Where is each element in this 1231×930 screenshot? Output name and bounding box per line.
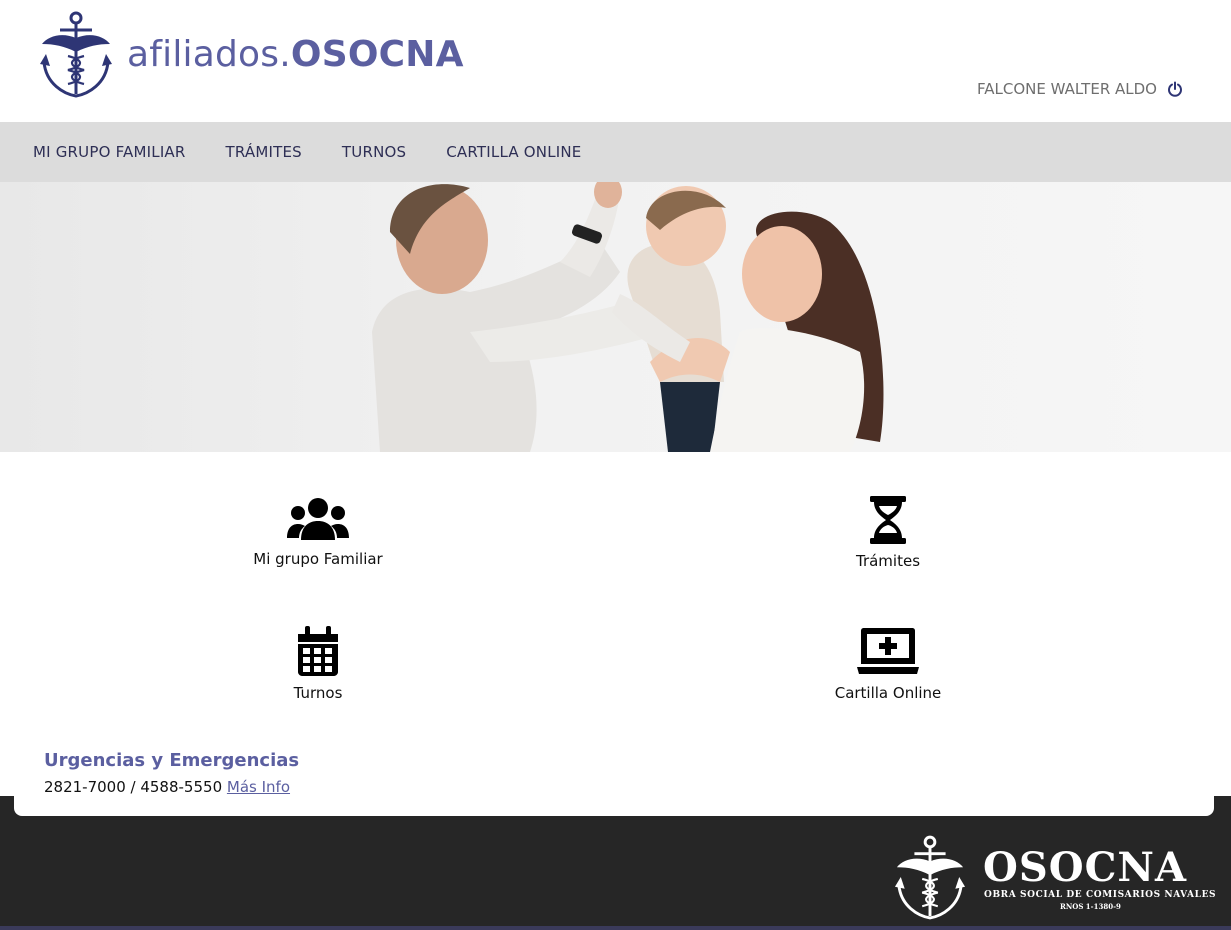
tile-label: Trámites [855,552,921,570]
tile-label: Turnos [293,684,343,702]
footer-brand: OSOCNA [983,844,1188,891]
footer-rnos: RNOS 1-1380-9 [1060,902,1121,911]
hero-banner [0,182,1231,452]
main-nav: MI GRUPO FAMILIAR TRÁMITES TURNOS CARTIL… [0,122,1231,182]
anchor-caduceus-logo-icon [40,11,112,98]
nav-item-tramites[interactable]: TRÁMITES [226,143,302,161]
nav-item-mi-grupo-familiar[interactable]: MI GRUPO FAMILIAR [33,143,186,161]
power-icon[interactable] [1167,81,1183,97]
quick-access-card: Mi grupo Familiar Trámites Turnos Cartil… [14,452,1214,816]
family-photo [372,182,884,452]
mas-info-link[interactable]: Más Info [227,778,290,796]
user-name: FALCONE WALTER ALDO [977,80,1157,98]
tile-tramites[interactable]: Trámites [738,496,1038,570]
tile-cartilla-online[interactable]: Cartilla Online [738,626,1038,702]
logo[interactable] [38,10,114,100]
emergency-title: Urgencias y Emergencias [44,750,300,771]
tile-turnos[interactable]: Turnos [168,626,468,702]
hourglass-icon [870,496,906,544]
brand-prefix: afiliados. [127,34,291,75]
user-area: FALCONE WALTER ALDO [977,80,1183,98]
brand-name: OSOCNA [290,34,464,75]
site-brand[interactable]: afiliados.OSOCNA [127,34,464,75]
footer-subtitle: OBRA SOCIAL DE COMISARIOS NAVALES [984,890,1217,900]
anchor-caduceus-footer-logo-icon [894,835,966,920]
header: afiliados.OSOCNA FALCONE WALTER ALDO [0,0,1231,122]
laptop-medical-icon [857,628,919,674]
users-icon [287,498,349,540]
nav-item-turnos[interactable]: TURNOS [342,143,406,161]
tile-label: Cartilla Online [834,684,942,702]
footer-strip [0,926,1231,930]
tile-mi-grupo-familiar[interactable]: Mi grupo Familiar [168,496,468,568]
emergency-phones: 2821-7000 / 4588-5550 [44,778,223,796]
tile-label: Mi grupo Familiar [253,550,383,568]
emergency-info: 2821-7000 / 4588-5550 Más Info [44,778,290,796]
footer: OSOCNA OBRA SOCIAL DE COMISARIOS NAVALES… [0,796,1231,930]
nav-item-cartilla-online[interactable]: CARTILLA ONLINE [446,143,581,161]
calendar-icon [298,626,338,676]
